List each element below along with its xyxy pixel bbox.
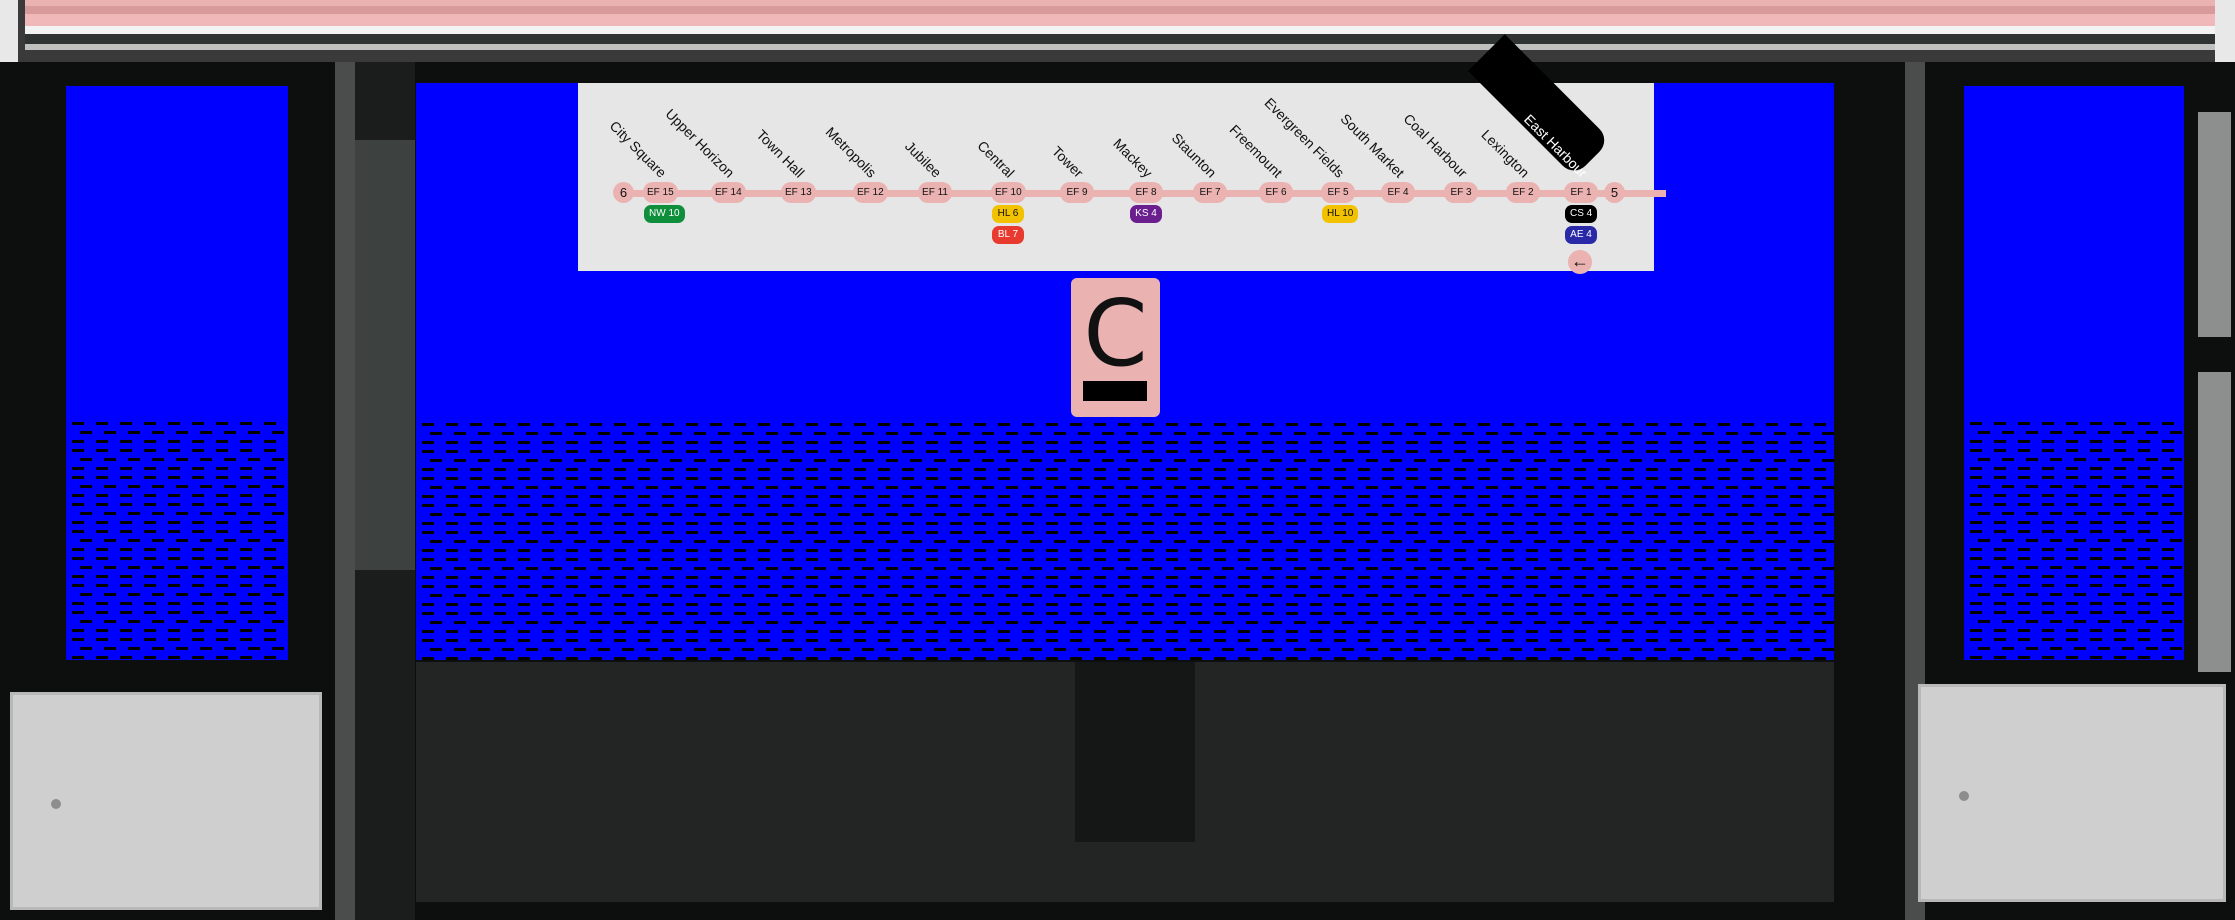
station-name: Lexington bbox=[1478, 126, 1533, 181]
station-name: Metropolis bbox=[822, 123, 880, 181]
station-code: EF 6 bbox=[1259, 182, 1293, 203]
line-map: 6 5 EF 15 City Square NW 10 EF 14 Upper Hori… bbox=[578, 34, 1666, 274]
station-code: EF 2 bbox=[1506, 182, 1540, 203]
station-code: EF 13 bbox=[781, 182, 816, 203]
station-code: EF 8 bbox=[1129, 182, 1163, 203]
transfer-badge: CS 4 bbox=[1565, 205, 1598, 223]
transfer-badge: HL 10 bbox=[1322, 205, 1359, 223]
station-name: Upper Horizon bbox=[662, 105, 738, 181]
left-led-panel bbox=[66, 86, 288, 660]
station-name: City Square bbox=[606, 117, 670, 181]
transfer-badge: AE 4 bbox=[1565, 226, 1597, 244]
station-code: EF 12 bbox=[853, 182, 888, 203]
interior-silhouette bbox=[1075, 662, 1195, 842]
station-name: Central bbox=[974, 137, 1018, 181]
station-name: Tower bbox=[1048, 142, 1087, 181]
station-name: Freemount bbox=[1226, 121, 1286, 181]
station-code: EF 11 bbox=[918, 182, 952, 203]
station-code: EF 4 bbox=[1381, 182, 1415, 203]
end-number-left: 6 bbox=[613, 182, 634, 203]
station-code: EF 14 bbox=[711, 182, 746, 203]
left-lower-panel bbox=[10, 692, 322, 910]
carriage-roof bbox=[0, 0, 2235, 62]
end-number-right: 5 bbox=[1604, 182, 1625, 203]
direction-arrow-icon: ← bbox=[1568, 250, 1592, 274]
left-door-post bbox=[335, 62, 355, 920]
transfer-badge: KS 4 bbox=[1130, 205, 1162, 223]
station-code: EF 1 bbox=[1564, 182, 1598, 203]
left-door-glass bbox=[355, 140, 415, 570]
route-sign: C bbox=[1071, 278, 1160, 417]
station-name: Town Hall bbox=[753, 126, 808, 181]
station-code: EF 5 bbox=[1321, 182, 1355, 203]
station-name: Staunton bbox=[1168, 129, 1220, 181]
right-led-panel bbox=[1964, 86, 2184, 660]
station-name: Coal Harbour bbox=[1400, 110, 1471, 181]
route-letter: C bbox=[1083, 280, 1148, 387]
right-edge-panel bbox=[2198, 112, 2231, 337]
right-lower-panel bbox=[1918, 684, 2226, 902]
transfer-badge: NW 10 bbox=[644, 205, 685, 223]
station-code: EF 3 bbox=[1444, 182, 1478, 203]
station-code: EF 7 bbox=[1193, 182, 1227, 203]
station-code: EF 15 bbox=[643, 182, 678, 203]
transfer-badge: BL 7 bbox=[992, 226, 1024, 244]
station-code: EF 9 bbox=[1060, 182, 1094, 203]
station-name: South Market bbox=[1337, 110, 1408, 181]
route-bar bbox=[1083, 381, 1147, 401]
station-code: EF 10 bbox=[991, 182, 1026, 203]
transfer-badge: HL 6 bbox=[992, 205, 1024, 223]
station-name: Jubilee bbox=[901, 137, 945, 181]
station-name: Mackey bbox=[1110, 135, 1156, 181]
right-edge-panel-lower bbox=[2198, 372, 2231, 672]
